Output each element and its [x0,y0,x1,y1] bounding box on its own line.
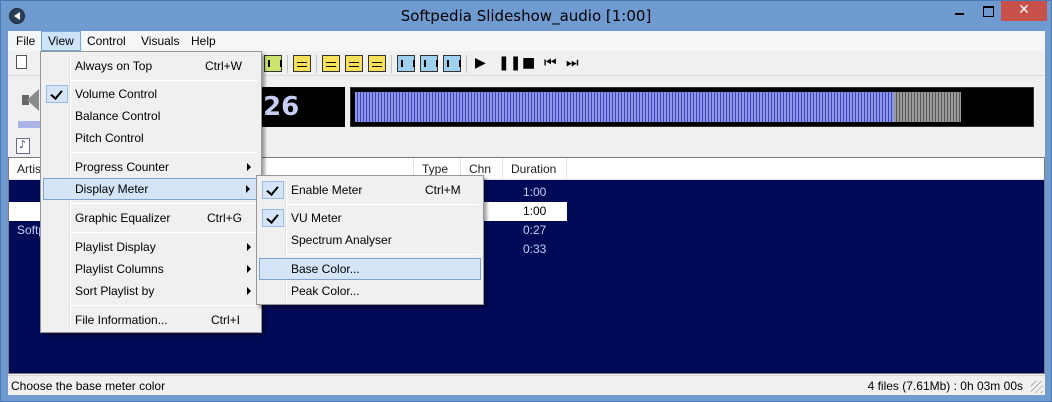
pause-icon[interactable]: ❚❚ [498,54,521,72]
menu-separator [287,254,479,255]
new-file-icon[interactable] [16,55,27,69]
menu-item-display-meter[interactable]: Display Meter [43,178,259,200]
menu-bar: File View Control Visuals Help [8,31,1045,51]
meter-base-fill [355,92,894,122]
loop-tool-icon[interactable] [322,55,340,72]
menu-separator [71,203,257,204]
menu-item-volume-control[interactable]: Volume Control [43,83,259,105]
menu-item-sort-playlist[interactable]: Sort Playlist by [43,280,259,302]
meter-peak-fill [894,92,961,122]
playlist-tab-icon[interactable] [16,138,30,154]
menu-separator [71,152,257,153]
submenu-arrow-icon [247,163,251,171]
toolbar-separator [287,55,288,73]
status-bar: Choose the base meter color 4 files (7.6… [8,375,1045,395]
checkmark-icon [46,85,68,103]
menu-help[interactable]: Help [185,31,222,51]
menu-item-file-information[interactable]: File Information... Ctrl+I [43,309,259,331]
menu-separator [71,232,257,233]
menu-view[interactable]: View [41,31,81,51]
meter-tool-icon[interactable] [293,55,311,72]
repeat-tool-icon[interactable] [368,55,386,72]
title-bar[interactable]: Softpedia Slideshow_audio [1:00] ✕ [1,1,1051,31]
app-window: Softpedia Slideshow_audio [1:00] ✕ File … [0,0,1052,402]
menu-separator [71,80,257,81]
submenu-arrow-icon [247,287,251,295]
shuffle-tool-icon[interactable] [345,55,363,72]
menu-item-progress-counter[interactable]: Progress Counter [43,156,259,178]
menu-item-always-on-top[interactable]: Always on Top Ctrl+W [43,55,259,77]
mark-out-tool-icon[interactable] [443,55,461,72]
menu-item-vu-meter[interactable]: VU Meter [259,207,481,229]
status-file-summary: 4 files (7.61Mb) : 0h 03m 00s [867,379,1023,393]
mark-mid-tool-icon[interactable] [420,55,438,72]
mark-in-tool-icon[interactable] [397,55,415,72]
submenu-arrow-icon [247,243,251,251]
toolbar-separator [466,55,467,73]
menu-item-base-color[interactable]: Base Color... [259,258,481,280]
menu-visuals[interactable]: Visuals [135,31,185,51]
menu-item-playlist-display[interactable]: Playlist Display [43,236,259,258]
cell-duration: 0:33 [523,242,547,256]
cell-duration: 0:27 [523,223,547,237]
minimize-button[interactable] [946,1,973,21]
window-title: Softpedia Slideshow_audio [1:00] [400,7,652,25]
cell-duration: 1:00 [523,185,547,199]
menu-item-pitch-control[interactable]: Pitch Control [43,127,259,149]
status-hint: Choose the base meter color [11,379,166,393]
menu-file[interactable]: File [10,31,41,51]
checkmark-icon [262,181,284,199]
toolbar-separator [316,55,317,73]
submenu-arrow-icon [246,185,250,193]
stop-icon[interactable]: ■ [522,54,535,72]
close-button[interactable]: ✕ [1001,1,1047,21]
resize-grip[interactable] [1031,381,1043,393]
vu-meter [350,87,1034,127]
previous-track-icon[interactable]: ⏮ [544,54,557,72]
menu-item-playlist-columns[interactable]: Playlist Columns [43,258,259,280]
checkmark-icon [262,209,284,227]
equalizer-tool-icon[interactable] [264,55,282,72]
maximize-button[interactable] [974,1,1001,21]
close-icon: ✕ [1018,2,1030,18]
next-track-icon[interactable]: ⏭ [566,54,579,72]
display-meter-submenu: Enable Meter Ctrl+M VU Meter Spectrum An… [256,175,484,305]
cell-duration: 1:00 [523,204,547,218]
submenu-arrow-icon [247,265,251,273]
menu-control[interactable]: Control [81,31,132,51]
menu-item-spectrum-analyser[interactable]: Spectrum Analyser [259,229,481,251]
menu-item-balance-control[interactable]: Balance Control [43,105,259,127]
column-header-duration[interactable]: Duration [503,158,567,180]
menu-item-graphic-equalizer[interactable]: Graphic Equalizer Ctrl+G [43,207,259,229]
view-menu: Always on Top Ctrl+W Volume Control Bala… [40,51,262,333]
play-icon[interactable]: ▶ [475,54,486,72]
menu-item-enable-meter[interactable]: Enable Meter Ctrl+M [259,179,481,201]
toolbar-separator [391,55,392,73]
menu-separator [287,204,479,205]
menu-separator [71,305,257,306]
menu-item-peak-color[interactable]: Peak Color... [259,280,481,302]
progress-counter: 26 [261,87,345,127]
